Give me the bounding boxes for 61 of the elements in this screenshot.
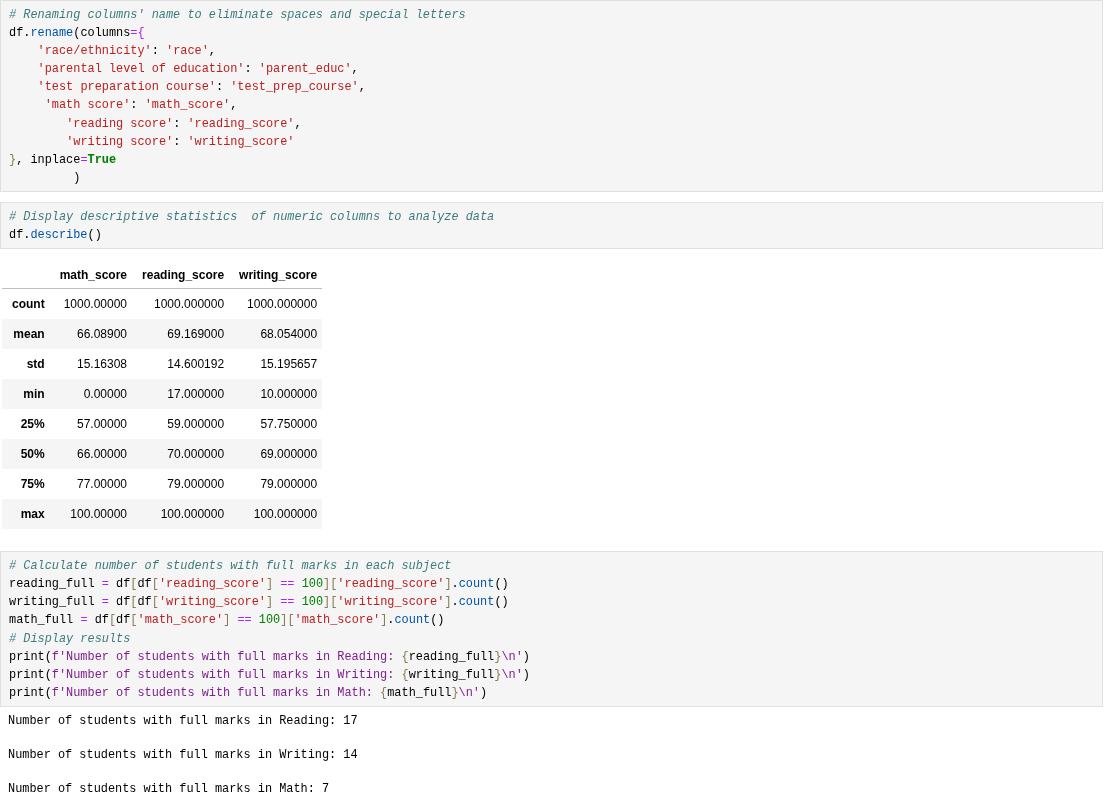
code-comment: # Display results (9, 630, 131, 648)
code-comment: # Calculate number of students with full marks in each subject (9, 558, 452, 576)
table-cell: 69.169000 (132, 319, 230, 350)
table-cell: 1000.000000 (229, 288, 323, 320)
code-line: print(f'Number of students with full marks in Reading: {reading_full}\n') (9, 648, 530, 666)
row-header: min (2, 379, 50, 410)
code-line: math_full = df[df['math_score'] == 100]['math_score'].count() (9, 612, 445, 630)
code-line: print(f'Number of students with full marks in Writing: {writing_full}\n') (9, 666, 530, 684)
row-header: max (2, 499, 50, 530)
table-cell: 15.16308 (49, 349, 133, 380)
column-header: writing_score (229, 261, 323, 289)
code-line: 'parental level of education': 'parent_educ', (36, 61, 359, 79)
table-cell: 79.000000 (132, 469, 230, 500)
table-cell: 68.054000 (229, 319, 323, 350)
code-line: 'reading score': 'reading_score', (65, 115, 302, 133)
row-header: std (2, 349, 50, 380)
code-line: 'race/ethnicity': 'race', (36, 43, 216, 61)
column-header: reading_score (132, 261, 230, 289)
table-cell: 66.08900 (49, 319, 133, 350)
row-header: 25% (2, 409, 50, 440)
code-line: 'math score': 'math_score', (43, 97, 238, 115)
table-cell: 100.000000 (229, 499, 323, 530)
table-cell: 77.00000 (49, 469, 133, 500)
table-cell: 10.000000 (229, 379, 323, 410)
code-line: reading_full = df[df['reading_score'] == 100]['reading_score'].count() (9, 576, 509, 594)
table-cell: 17.000000 (132, 379, 230, 410)
table-cell: 100.000000 (132, 499, 230, 530)
code-line: }, inplace=True (9, 151, 117, 169)
code-line: writing_full = df[df['writing_score'] == 100]['writing_score'].count() (9, 594, 509, 612)
table-cell: 1000.000000 (132, 288, 230, 320)
row-header: count (2, 288, 50, 320)
code-line: df.describe() (9, 227, 102, 245)
code-line: df.rename(columns={ (9, 25, 145, 43)
code-comment: # Renaming columns' name to eliminate spaces and special letters (9, 7, 466, 24)
table-cell: 100.00000 (49, 499, 133, 530)
table-cell: 0.00000 (49, 379, 133, 410)
row-header: 50% (2, 439, 50, 470)
table-cell: 70.000000 (132, 439, 230, 470)
table-cell: 14.600192 (132, 349, 230, 380)
table-cell: 15.195657 (229, 349, 323, 380)
code-cell[interactable] (0, 551, 1103, 707)
code-comment: # Display descriptive statistics of numeric columns to analyze data (9, 208, 495, 226)
table-cell: 69.000000 (229, 439, 323, 470)
code-cell[interactable] (0, 0, 1103, 192)
code-line: ) (72, 169, 81, 187)
code-line: 'test preparation course': 'test_prep_course', (36, 79, 366, 97)
output-text: Number of students with full marks in Writing: 14 (8, 746, 358, 764)
code-line: print(f'Number of students with full marks in Math: {math_full}\n') (9, 684, 488, 702)
table-cell: 79.000000 (229, 469, 323, 500)
row-header: 75% (2, 469, 50, 500)
column-header: math_score (49, 261, 133, 289)
table-cell: 57.00000 (49, 409, 133, 440)
table-cell: 59.000000 (132, 409, 230, 440)
table-cell: 57.750000 (229, 409, 323, 440)
table-cell: 66.00000 (49, 439, 133, 470)
output-text: Number of students with full marks in Reading: 17 (8, 712, 358, 730)
code-cell[interactable]: # Display descriptive statistics of numeric columns to analyze data df.describe() (0, 201, 1103, 250)
code-line: 'writing score': 'writing_score' (65, 133, 295, 151)
output-text: Number of students with full marks in Math: 7 (8, 780, 330, 798)
row-header: mean (2, 319, 50, 350)
table-cell: 1000.00000 (49, 288, 133, 320)
